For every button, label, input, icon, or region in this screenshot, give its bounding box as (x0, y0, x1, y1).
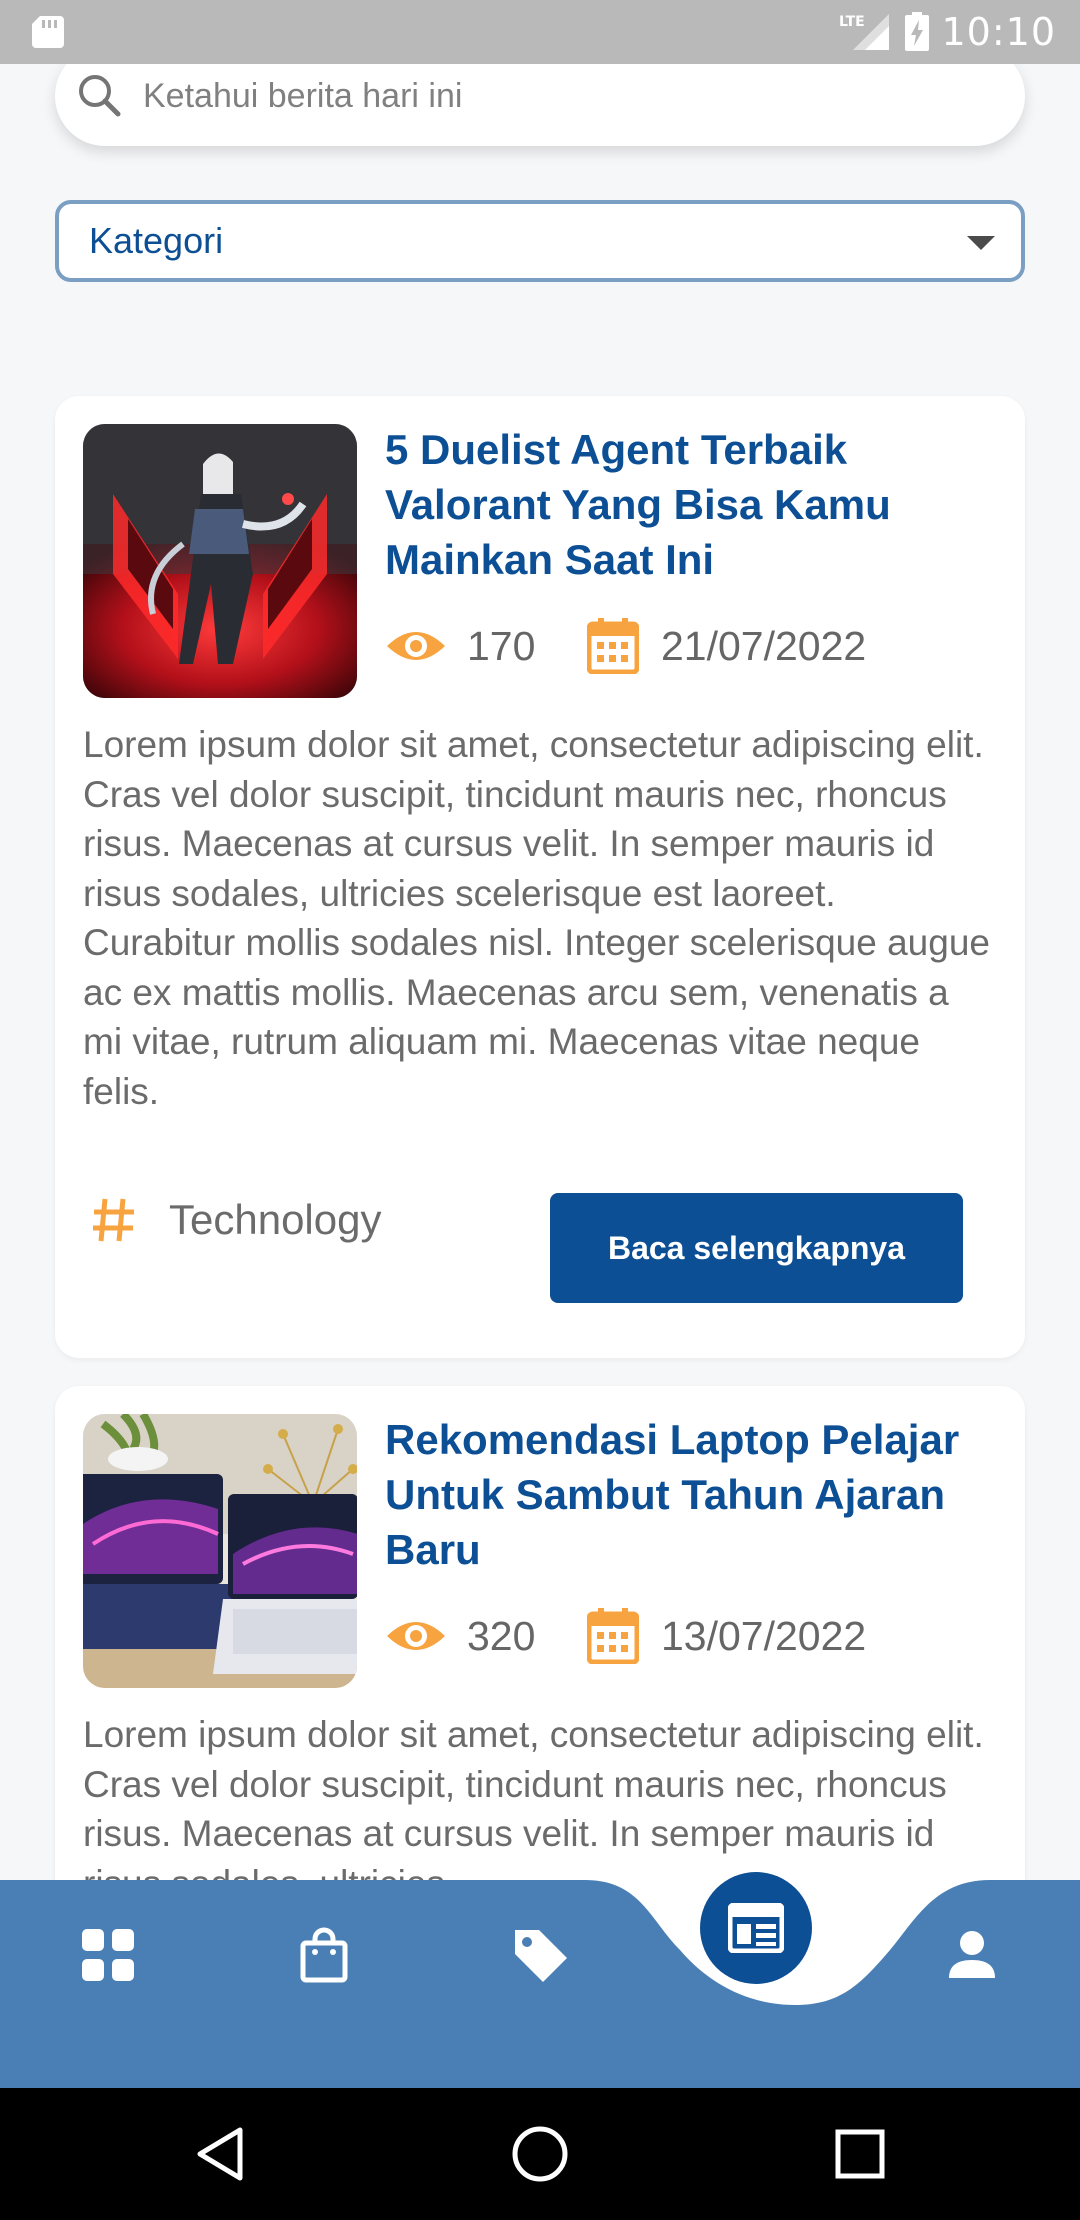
read-more-button[interactable]: Baca selengkapnya (550, 1193, 963, 1303)
article-card[interactable]: 5 Duelist Agent Terbaik Valorant Yang Bi… (55, 396, 1025, 1358)
category-dropdown-label: Kategori (89, 220, 224, 261)
category-label: Technology (169, 1196, 382, 1243)
back-button[interactable] (184, 2118, 256, 2190)
hashtag-icon (93, 1198, 134, 1242)
status-bar: LTE 10:10 (0, 0, 1080, 64)
system-navigation-bar (0, 2088, 1080, 2220)
home-icon (512, 2126, 568, 2182)
person-icon (949, 1931, 995, 1978)
bottom-navigation (0, 1872, 1080, 2088)
nav-promo[interactable] (500, 1920, 580, 1990)
eye-icon (387, 1622, 445, 1650)
article-thumbnail[interactable] (83, 424, 357, 698)
nav-profile[interactable] (932, 1920, 1012, 1990)
search-icon (79, 75, 121, 117)
recents-icon (835, 2129, 885, 2179)
article-excerpt: Lorem ipsum dolor sit amet, consectetur … (83, 724, 990, 1106)
tag-icon (515, 1930, 567, 1982)
publish-date: 13/07/2022 (661, 1612, 867, 1659)
caret-down-icon (967, 236, 995, 250)
nav-dashboard[interactable] (68, 1920, 148, 1990)
network-type: LTE (839, 14, 865, 30)
article-title[interactable]: 5 Duelist Agent Terbaik Valorant Yang Bi… (385, 422, 1000, 587)
article-meta: 320 13/07/2022 (385, 1606, 866, 1666)
home-button[interactable] (504, 2118, 576, 2190)
calendar-icon (587, 618, 639, 674)
article-title[interactable]: Rekomendasi Laptop Pelajar Untuk Sambut … (385, 1412, 1000, 1577)
clock: 10:10 (941, 10, 1056, 54)
shopping-bag-icon (300, 1927, 348, 1983)
search-input[interactable] (141, 75, 965, 117)
laptop-image (83, 1414, 357, 1688)
category-dropdown[interactable]: Kategori (55, 200, 1025, 282)
dashboard-icon (82, 1929, 134, 1981)
sd-card-icon (32, 16, 64, 48)
view-count: 320 (467, 1612, 536, 1659)
article-thumbnail[interactable] (83, 1414, 357, 1688)
signal-icon: LTE (839, 14, 890, 50)
view-count: 170 (467, 622, 536, 669)
newspaper-icon (728, 1903, 784, 1953)
article-category: Technology (91, 1196, 381, 1244)
article-meta: 170 21/07/2022 (385, 616, 866, 676)
nav-news[interactable] (700, 1872, 812, 1984)
valorant-agent-image (83, 424, 357, 698)
publish-date: 21/07/2022 (661, 622, 867, 669)
recents-button[interactable] (824, 2118, 896, 2190)
back-icon (197, 2127, 243, 2181)
battery-icon (905, 12, 930, 51)
nav-shop[interactable] (284, 1920, 364, 1990)
calendar-icon (587, 1608, 639, 1664)
eye-icon (387, 632, 445, 660)
